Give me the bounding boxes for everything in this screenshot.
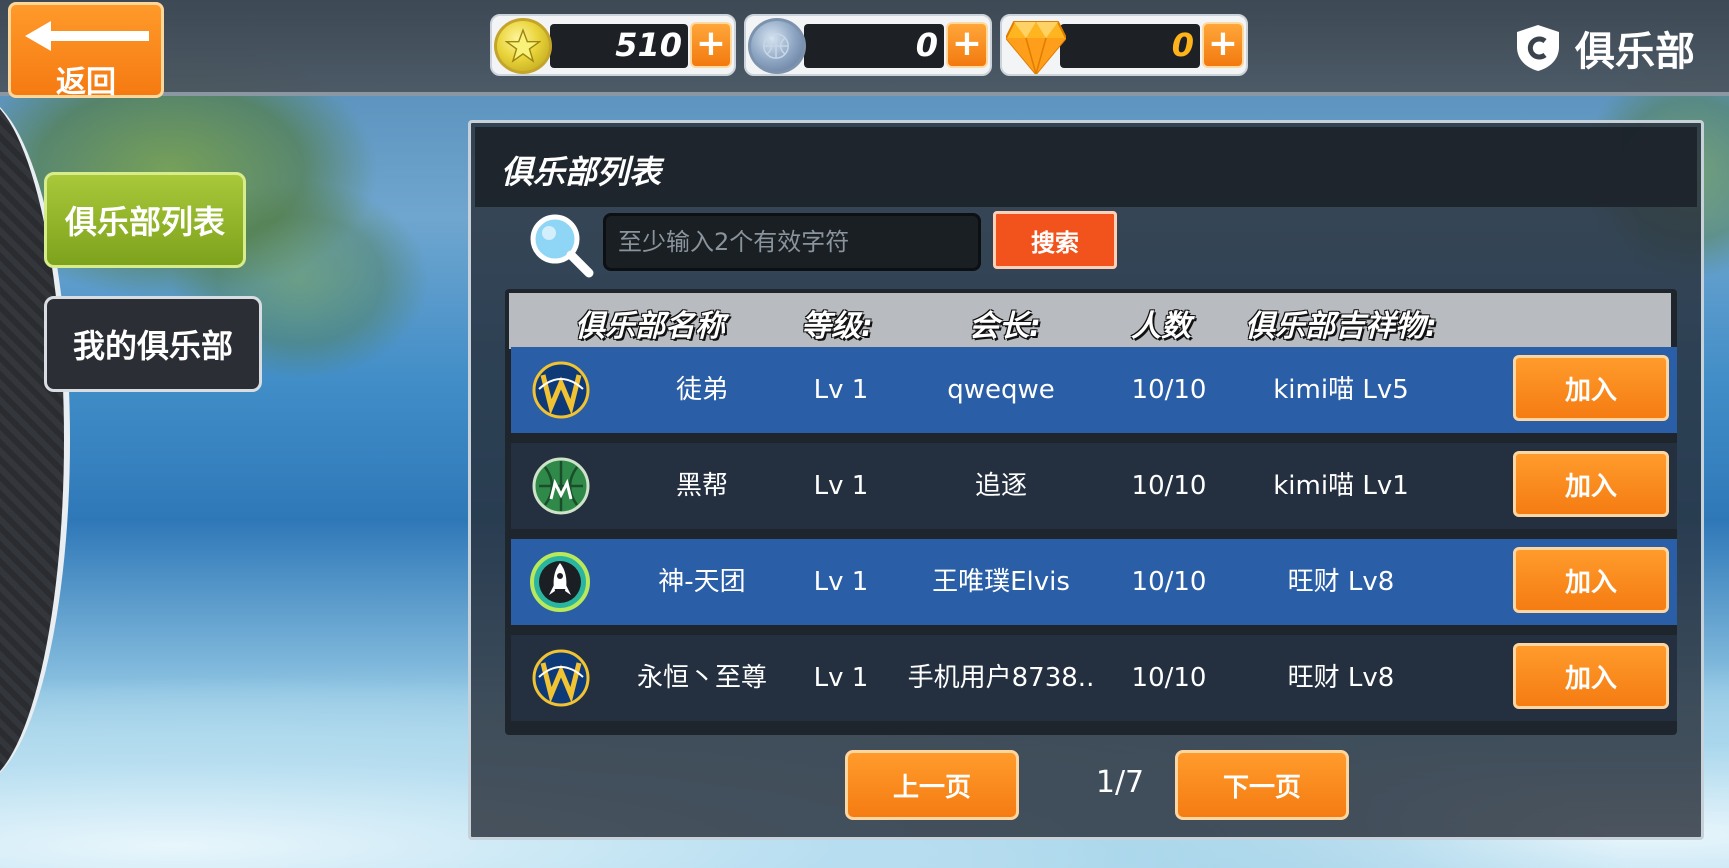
club-leader: 追逐 xyxy=(974,471,1027,501)
club-level: Lv 1 xyxy=(813,375,869,405)
wizards-logo-icon xyxy=(532,649,590,707)
add-silver-button[interactable]: + xyxy=(946,22,988,68)
table-row: 黑帮 Lv 1 追逐 10/10 kimi喵 Lv1 加入 xyxy=(511,443,1677,529)
silver-coin-value: 0 xyxy=(915,26,938,64)
column-header-leader: 会长: xyxy=(969,309,1041,344)
club-name: 徒弟 xyxy=(675,375,728,405)
join-button[interactable]: 加入 xyxy=(1513,547,1669,613)
silver-coin-bar: 0 xyxy=(804,24,944,68)
club-leader: qweqwe xyxy=(947,375,1055,405)
silver-coin-counter: 0 + xyxy=(744,14,992,76)
club-level: Lv 1 xyxy=(813,471,869,501)
club-shield-icon xyxy=(1517,25,1559,71)
diamond-bar: 0 xyxy=(1060,24,1200,68)
table-row: 徒弟 Lv 1 qweqwe 10/10 kimi喵 Lv5 加入 xyxy=(511,347,1677,433)
club-members: 10/10 xyxy=(1131,663,1207,693)
column-header-level: 等级: xyxy=(801,309,873,344)
sidebar-item-my-club[interactable]: 我的俱乐部 xyxy=(44,296,262,392)
search-icon xyxy=(530,214,594,278)
join-button[interactable]: 加入 xyxy=(1513,643,1669,709)
diamond-counter: 0 + xyxy=(1000,14,1248,76)
prev-page-button[interactable]: 上一页 xyxy=(845,750,1019,820)
silver-coin-icon xyxy=(748,18,806,74)
rockets-logo-icon xyxy=(530,552,590,612)
search-button[interactable]: 搜索 xyxy=(993,211,1117,269)
top-bar-divider xyxy=(0,92,1729,96)
table-row: 神-天团 Lv 1 王唯璞Elvis 10/10 旺财 Lv8 加入 xyxy=(511,539,1677,625)
table-row: 永恒丶至尊 Lv 1 手机用户8738.. 10/10 旺财 Lv8 加入 xyxy=(511,635,1677,721)
club-members: 10/10 xyxy=(1131,567,1207,597)
club-mascot: kimi喵 Lv5 xyxy=(1273,375,1409,405)
club-name: 神-天团 xyxy=(658,567,746,597)
column-header-mascot: 俱乐部吉祥物: xyxy=(1245,309,1437,344)
club-level: Lv 1 xyxy=(813,567,869,597)
club-mascot: 旺财 Lv8 xyxy=(1287,567,1395,597)
gold-coin-bar: 510 xyxy=(550,24,688,68)
club-members: 10/10 xyxy=(1131,375,1207,405)
back-arrow-icon xyxy=(25,21,149,51)
sidebar-item-club-list[interactable]: 俱乐部列表 xyxy=(44,172,246,268)
club-level: Lv 1 xyxy=(813,663,869,693)
join-button[interactable]: 加入 xyxy=(1513,355,1669,421)
add-gold-button[interactable]: + xyxy=(690,22,732,68)
wizards-logo-icon xyxy=(532,361,590,419)
panel-title: 俱乐部列表 xyxy=(501,153,662,191)
page-title: 俱乐部 xyxy=(1515,20,1695,76)
diamond-value: 0 xyxy=(1171,26,1194,64)
club-leader: 手机用户8738.. xyxy=(907,663,1095,693)
back-label: 返回 xyxy=(56,65,116,100)
diamond-icon xyxy=(1006,21,1066,74)
next-page-button[interactable]: 下一页 xyxy=(1175,750,1349,820)
gold-coin-value: 510 xyxy=(615,26,682,64)
club-mascot: kimi喵 Lv1 xyxy=(1273,471,1409,501)
club-members: 10/10 xyxy=(1131,471,1207,501)
club-list-panel: 俱乐部列表 搜索 俱乐部名称 等级: 会长: 人数 俱乐部吉祥物: 徒弟 Lv … xyxy=(468,120,1704,840)
club-name: 永恒丶至尊 xyxy=(636,663,767,693)
add-diamond-button[interactable]: + xyxy=(1202,22,1244,68)
bucks-logo-icon xyxy=(532,457,590,515)
club-leader: 王唯璞Elvis xyxy=(932,567,1070,597)
page-title-text: 俱乐部 xyxy=(1575,29,1695,75)
gold-coin-counter: 510 + xyxy=(490,14,736,76)
table-header: 俱乐部名称 等级: 会长: 人数 俱乐部吉祥物: xyxy=(509,293,1671,349)
club-table: 俱乐部名称 等级: 会长: 人数 俱乐部吉祥物: 徒弟 Lv 1 qweqwe … xyxy=(505,289,1677,735)
gold-coin-icon xyxy=(494,18,552,74)
club-mascot: 旺财 Lv8 xyxy=(1287,663,1395,693)
page-indicator: 1/7 xyxy=(1095,765,1145,800)
search-input[interactable] xyxy=(603,213,981,271)
panel-header: 俱乐部列表 xyxy=(475,127,1697,207)
column-header-name: 俱乐部名称 xyxy=(575,309,725,344)
club-name: 黑帮 xyxy=(675,471,728,501)
join-button[interactable]: 加入 xyxy=(1513,451,1669,517)
back-button[interactable]: 返回 xyxy=(8,2,164,100)
column-header-members: 人数 xyxy=(1131,309,1191,344)
